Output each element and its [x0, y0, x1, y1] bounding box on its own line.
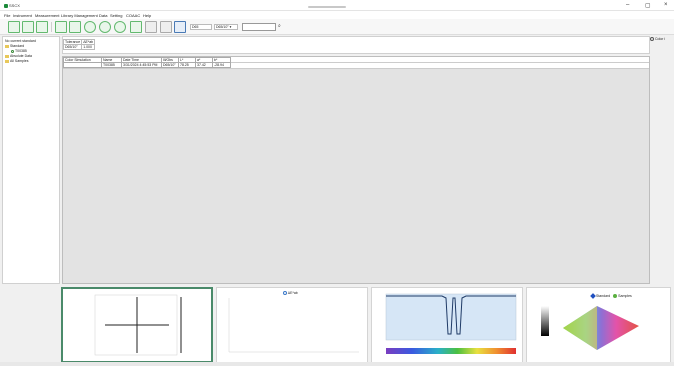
new-file-icon[interactable] [8, 21, 20, 33]
collapse-icon [650, 37, 654, 42]
tree-standard[interactable]: Standard [5, 44, 24, 48]
color-solid-yellow-face [563, 306, 597, 350]
spectral-plot [385, 293, 517, 354]
instrument-connect-icon[interactable] [174, 21, 186, 33]
measure-standard-icon[interactable] [99, 21, 111, 33]
folder-icon [5, 44, 9, 48]
color-panel-button[interactable]: Color i [650, 37, 674, 44]
tree-item-label: T00385 [15, 49, 27, 53]
data-table: Color Simulation Name Date Time Ill/Obs … [63, 57, 231, 68]
tree-standard-label: Standard [10, 44, 25, 48]
table-cell [63, 62, 102, 68]
save-file-icon[interactable] [36, 21, 48, 33]
spectrum-bar [386, 348, 516, 354]
delete-icon[interactable] [145, 21, 157, 33]
tolerance-header: ΔE*ab [81, 39, 96, 45]
calibrate-icon[interactable] [84, 21, 96, 33]
chart-panels: ΔE*ab Standard Samples [60, 287, 672, 363]
legend-circle-icon [283, 291, 287, 296]
menu-help[interactable]: Help [143, 13, 151, 18]
folder-icon [5, 54, 9, 58]
menu-measurement[interactable]: Measurement [35, 13, 59, 18]
tree-absolute-data[interactable]: Absolute Data [5, 54, 32, 58]
delta-e-legend: ΔE*ab [283, 291, 298, 296]
title-progress [308, 6, 346, 8]
menu-file[interactable]: File [4, 13, 10, 18]
toolbar-separator [51, 22, 52, 32]
delta-e-legend-label: ΔE*ab [287, 291, 298, 295]
table-cell: 3/31/2024 4:45:53 PM [121, 62, 162, 68]
menu-library-management[interactable]: Library Management [61, 13, 98, 18]
legend-standard-label: Standard [595, 294, 611, 298]
report-icon[interactable] [130, 21, 142, 33]
tolerance-panel: Tolerance ΔE*ab D65/10° 1.000 [62, 36, 650, 54]
tolerance-cell[interactable]: 1.000 [81, 44, 96, 50]
menu-coaac[interactable]: COAAC [126, 13, 140, 18]
table-cell: -28.94 [212, 62, 231, 68]
tree-no-standard: No current standard [5, 39, 36, 43]
ab-plot [94, 294, 182, 356]
delta-e-panel: ΔE*ab [216, 287, 368, 363]
standard-marker-icon [590, 293, 596, 299]
folder-icon [5, 59, 9, 63]
menu-setting[interactable]: Setting [110, 13, 122, 18]
measure-sample-icon[interactable] [114, 21, 126, 33]
color-space-panel: Standard Samples [526, 287, 671, 363]
color-space-plot [541, 306, 639, 350]
table-row[interactable]: T00385 3/31/2024 4:45:53 PM D65/10° 78.2… [63, 62, 231, 68]
observer-select[interactable]: D65/10° ▾ [214, 24, 238, 30]
app-title: SSCX [4, 3, 20, 8]
tolerance-table: Tolerance ΔE*ab D65/10° 1.000 [62, 39, 96, 50]
tree-all-samples[interactable]: All Samples [5, 59, 28, 63]
sample-data-grid: Color Simulation Name Date Time Ill/Obs … [62, 56, 650, 284]
app-title-text: SSCX [9, 3, 20, 8]
color-space-legend: Standard Samples [590, 293, 632, 299]
table-cell: 78.25 [178, 62, 196, 68]
menu-bar: File Instrument Measurement Library Mana… [0, 11, 674, 19]
lightness-bar [541, 306, 549, 336]
table-cell: T00385 [101, 62, 122, 68]
sample-icon [11, 49, 14, 53]
maximize-button[interactable]: ▢ [645, 2, 651, 9]
tree-absolute-label: Absolute Data [10, 54, 32, 58]
table-cell: D65/10° [161, 62, 179, 68]
import-icon[interactable] [55, 21, 67, 33]
delta-e-plot [228, 298, 359, 353]
menu-data[interactable]: Data [99, 13, 107, 18]
tree-item-sample[interactable]: T00385 [11, 49, 27, 53]
table-cell: 37.42 [195, 62, 213, 68]
sample-marker-icon [613, 294, 618, 299]
open-file-icon[interactable] [22, 21, 34, 33]
toolbar: D65 D65/10° ▾ ⌕ [0, 19, 674, 35]
library-tree: No current standard Standard T00385 Abso… [2, 36, 60, 284]
close-button[interactable]: × [664, 2, 668, 8]
ab-plot-panel[interactable] [61, 287, 213, 363]
legend-samples-label: Samples [618, 294, 632, 298]
illuminant-select[interactable]: D65 [190, 24, 212, 30]
tolerance-header: Tolerance [62, 39, 83, 45]
search-icon[interactable]: ⌕ [278, 23, 281, 29]
tolerance-cell[interactable]: D65/10° [62, 44, 83, 50]
export-icon[interactable] [69, 21, 81, 33]
color-panel-label: Color i [654, 37, 666, 41]
spectral-curve-panel [371, 287, 523, 363]
menu-instrument[interactable]: Instrument [13, 13, 32, 18]
tree-all-label: All Samples [10, 59, 29, 63]
status-bar [0, 362, 674, 366]
print-icon[interactable] [160, 21, 172, 33]
app-logo-icon [4, 3, 8, 8]
search-input[interactable] [242, 23, 276, 31]
title-bar: SSCX – ▢ × [0, 0, 674, 11]
minimize-button[interactable]: – [626, 2, 629, 8]
